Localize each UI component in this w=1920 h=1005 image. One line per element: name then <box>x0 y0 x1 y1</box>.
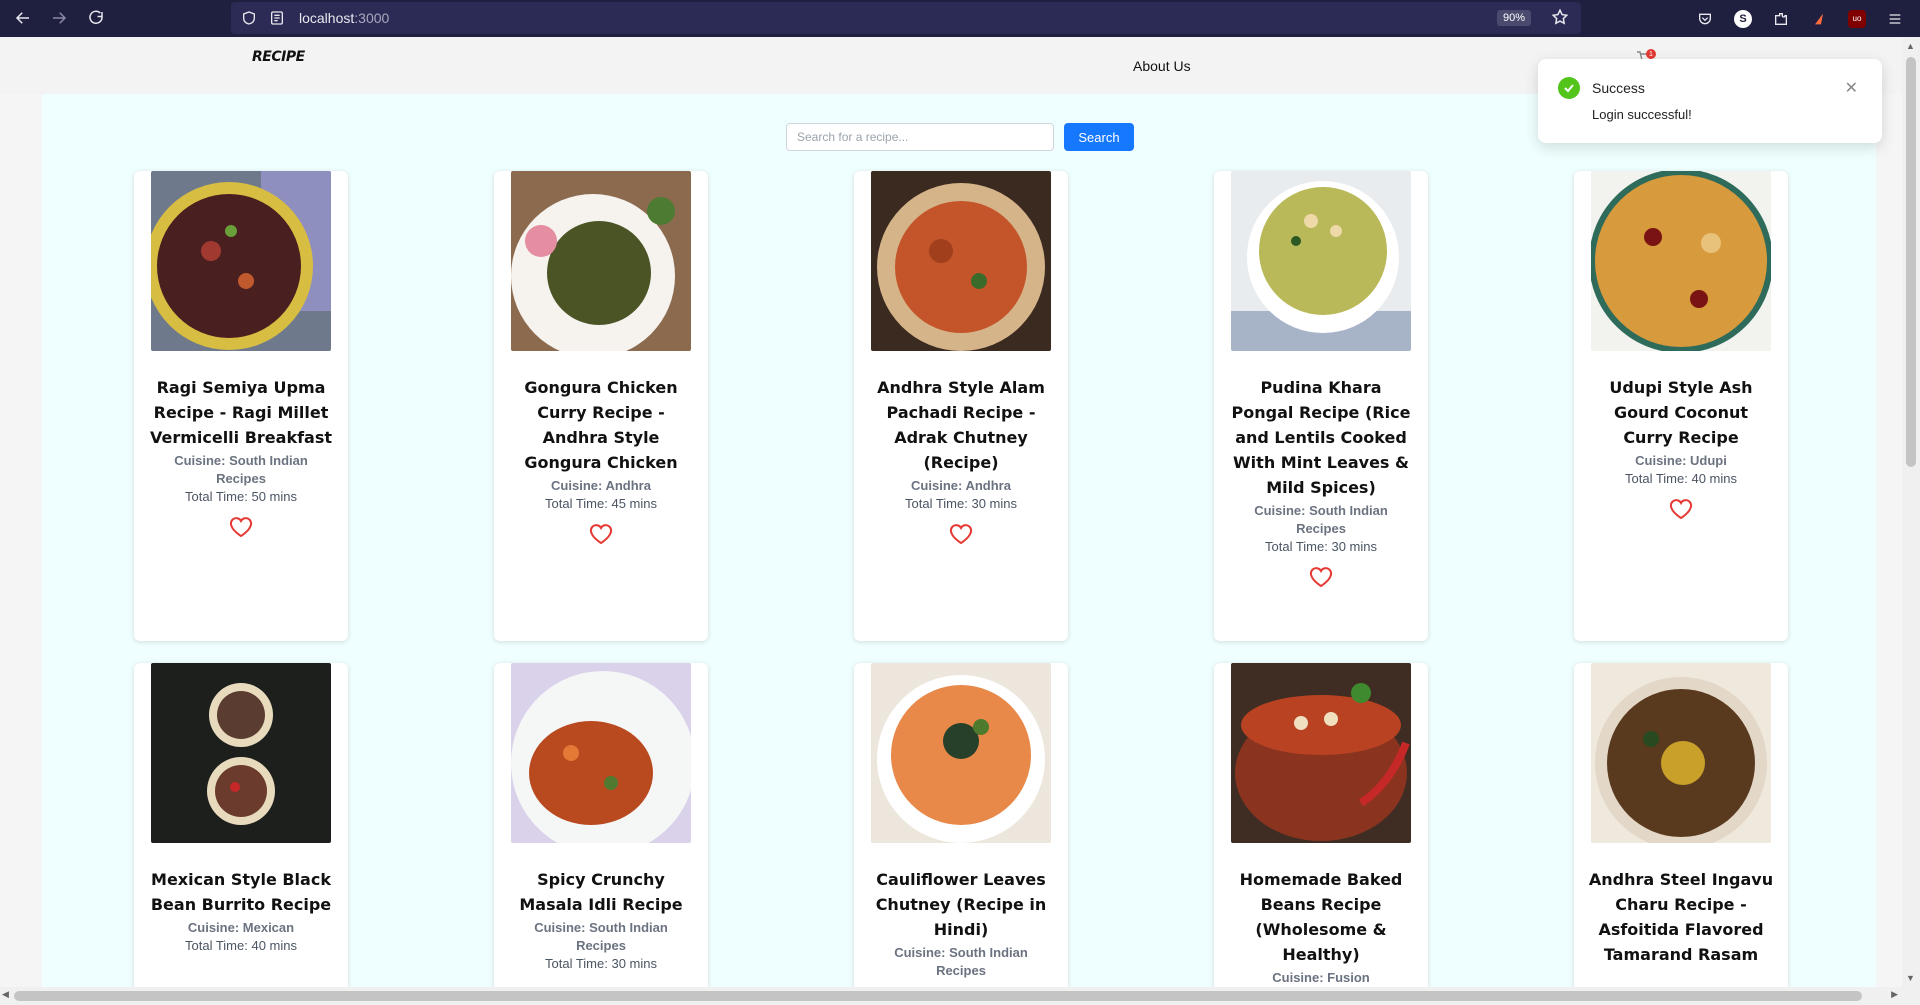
recipe-card[interactable]: Spicy Crunchy Masala Idli Recipe Cuisine… <box>494 663 708 987</box>
favorite-heart-icon[interactable] <box>1309 566 1333 588</box>
recipe-title[interactable]: Gongura Chicken Curry Recipe - Andhra St… <box>508 375 694 475</box>
page-info-icon[interactable] <box>269 10 285 26</box>
reload-icon[interactable] <box>85 7 107 29</box>
recipe-title[interactable]: Andhra Steel Ingavu Charu Recipe - Asfoi… <box>1588 867 1774 967</box>
success-toast: Success Login successful! ✕ <box>1538 59 1882 143</box>
account-avatar[interactable]: S <box>1734 9 1752 28</box>
vertical-scroll-thumb[interactable] <box>1906 57 1916 467</box>
recipe-card[interactable]: Andhra Style Alam Pachadi Recipe - Adrak… <box>854 171 1068 641</box>
address-bar[interactable]: localhost:3000 90% <box>231 2 1581 34</box>
pocket-icon[interactable] <box>1696 10 1714 28</box>
check-circle-icon <box>1558 77 1580 99</box>
recipe-time: Total Time: 40 mins <box>1625 471 1737 486</box>
recipe-title[interactable]: Mexican Style Black Bean Burrito Recipe <box>148 867 334 917</box>
recipe-title[interactable]: Homemade Baked Beans Recipe (Wholesome &… <box>1228 867 1414 967</box>
recipe-time: Total Time: 50 mins <box>185 489 297 504</box>
recipe-time: Total Time: 40 mins <box>185 938 297 953</box>
recipe-image[interactable] <box>1591 663 1771 843</box>
recipe-card[interactable]: Udupi Style Ash Gourd Coconut Curry Reci… <box>1574 171 1788 641</box>
recipe-title[interactable]: Spicy Crunchy Masala Idli Recipe <box>508 867 694 917</box>
recipe-cuisine: Cuisine: Udupi <box>1635 453 1727 468</box>
recipe-cuisine: Cuisine: South Indian Recipes <box>534 920 668 953</box>
cart-count-badge: 1 <box>1646 49 1656 59</box>
recipe-card[interactable]: Andhra Steel Ingavu Charu Recipe - Asfoi… <box>1574 663 1788 987</box>
recipe-image[interactable] <box>1231 171 1411 351</box>
forward-arrow-icon[interactable] <box>48 7 70 29</box>
search-input[interactable] <box>786 123 1054 151</box>
recipe-title[interactable]: Andhra Style Alam Pachadi Recipe - Adrak… <box>868 375 1054 475</box>
recipe-card[interactable]: Gongura Chicken Curry Recipe - Andhra St… <box>494 171 708 641</box>
scroll-down-icon[interactable]: ▼ <box>1906 973 1915 983</box>
recipe-cuisine: Cuisine: Mexican <box>187 920 295 935</box>
recipe-title[interactable]: Cauliflower Leaves Chutney (Recipe in Hi… <box>868 867 1054 942</box>
recipe-image[interactable] <box>511 663 691 843</box>
recipe-title[interactable]: Udupi Style Ash Gourd Coconut Curry Reci… <box>1588 375 1774 450</box>
search-button[interactable]: Search <box>1064 123 1134 151</box>
search-bar: Search <box>786 123 1134 151</box>
scroll-left-icon[interactable]: ◀ <box>2 989 9 1000</box>
recipe-image[interactable] <box>151 171 331 351</box>
bookmark-star-icon[interactable] <box>1551 8 1569 31</box>
recipe-image[interactable] <box>871 663 1051 843</box>
recipe-card[interactable]: Pudina Khara Pongal Recipe (Rice and Len… <box>1214 171 1428 641</box>
page: RECIPE About Us 1 Search Ragi Semiya Upm… <box>0 37 1902 987</box>
recipe-card[interactable]: Ragi Semiya Upma Recipe - Ragi Millet Ve… <box>134 171 348 641</box>
recipe-cuisine: Cuisine: Fusion <box>1272 970 1370 985</box>
url-host: localhost <box>299 10 355 26</box>
toast-message: Login successful! <box>1592 107 1692 122</box>
scroll-right-icon[interactable]: ▶ <box>1891 989 1898 1000</box>
recipe-card[interactable]: Cauliflower Leaves Chutney (Recipe in Hi… <box>854 663 1068 987</box>
recipe-cuisine: Cuisine: Andhra <box>911 478 1011 493</box>
recipe-content: Search Ragi Semiya Upma Recipe - Ragi Mi… <box>42 94 1876 987</box>
recipe-card[interactable]: Homemade Baked Beans Recipe (Wholesome &… <box>1214 663 1428 987</box>
recipe-time: Total Time: 30 mins <box>905 496 1017 511</box>
scroll-up-icon[interactable]: ▲ <box>1906 41 1915 51</box>
recipe-time: Total Time: 30 mins <box>1265 539 1377 554</box>
recipe-cuisine: Cuisine: Andhra <box>551 478 651 493</box>
ublock-icon[interactable]: uo <box>1848 9 1866 28</box>
recipe-time: Total Time: 45 mins <box>545 496 657 511</box>
url-text: localhost:3000 <box>299 10 389 26</box>
recipe-cuisine: Cuisine: South Indian Recipes <box>1254 503 1388 536</box>
recipe-time: Total Time: 30 mins <box>545 956 657 971</box>
recipe-title[interactable]: Ragi Semiya Upma Recipe - Ragi Millet Ve… <box>148 375 334 450</box>
vertical-scrollbar[interactable]: ▲ ▼ <box>1902 37 1920 987</box>
recipe-image[interactable] <box>511 171 691 351</box>
recipe-title[interactable]: Pudina Khara Pongal Recipe (Rice and Len… <box>1228 375 1414 500</box>
toolbar-icons: S uo <box>1696 0 1920 37</box>
extension-red-icon[interactable] <box>1810 10 1828 28</box>
site-logo[interactable]: RECIPE <box>252 49 305 65</box>
menu-icon[interactable] <box>1886 10 1904 28</box>
recipe-image[interactable] <box>1231 663 1411 843</box>
shield-icon[interactable] <box>241 10 257 26</box>
back-arrow-icon[interactable] <box>12 7 34 29</box>
recipe-cuisine: Cuisine: South Indian Recipes <box>894 945 1028 978</box>
recipe-image[interactable] <box>151 663 331 843</box>
favorite-heart-icon[interactable] <box>1669 498 1693 520</box>
close-icon[interactable]: ✕ <box>1845 78 1858 98</box>
favorite-heart-icon[interactable] <box>949 523 973 545</box>
recipe-cuisine: Cuisine: South Indian Recipes <box>174 453 308 486</box>
recipe-image[interactable] <box>1591 171 1771 351</box>
nav-about-us[interactable]: About Us <box>1133 58 1191 74</box>
browser-toolbar: localhost:3000 90% S uo <box>0 0 1920 37</box>
horizontal-scroll-thumb[interactable] <box>14 991 1862 1001</box>
recipe-image[interactable] <box>871 171 1051 351</box>
extensions-icon[interactable] <box>1772 10 1790 28</box>
favorite-heart-icon[interactable] <box>229 516 253 538</box>
url-port: :3000 <box>354 10 390 26</box>
toast-title: Success <box>1592 80 1645 96</box>
zoom-level[interactable]: 90% <box>1496 10 1531 26</box>
horizontal-scrollbar[interactable]: ◀ ▶ <box>0 987 1920 1005</box>
favorite-heart-icon[interactable] <box>589 523 613 545</box>
recipe-card[interactable]: Mexican Style Black Bean Burrito Recipe … <box>134 663 348 987</box>
